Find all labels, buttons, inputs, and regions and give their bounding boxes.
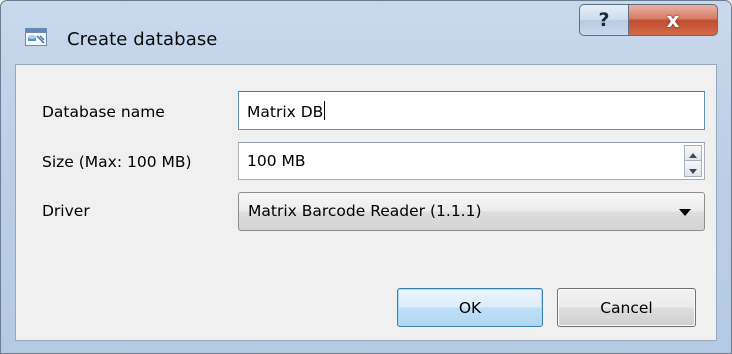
- dialog-window: Create database ? x Database name Matrix…: [0, 0, 732, 354]
- driver-select[interactable]: Matrix Barcode Reader (1.1.1): [238, 192, 705, 231]
- spin-buttons: [684, 145, 702, 177]
- driver-value: Matrix Barcode Reader (1.1.1): [248, 202, 482, 220]
- title-bar[interactable]: Create database ? x: [1, 1, 731, 51]
- help-button[interactable]: ?: [579, 4, 629, 36]
- spin-down-button[interactable]: [684, 161, 702, 177]
- spin-down-icon: [689, 160, 697, 178]
- chevron-down-icon: [679, 209, 691, 216]
- database-name-input[interactable]: Matrix DB: [238, 91, 705, 130]
- close-icon: x: [666, 8, 680, 32]
- dialog-body: Database name Matrix DB Size (Max: 100 M…: [15, 64, 717, 341]
- window-title: Create database: [67, 29, 218, 50]
- cancel-button[interactable]: Cancel: [557, 288, 696, 327]
- database-app-icon: [25, 27, 47, 47]
- help-icon: ?: [598, 9, 610, 31]
- ok-button[interactable]: OK: [397, 288, 543, 327]
- close-button[interactable]: x: [628, 4, 718, 36]
- database-name-label: Database name: [42, 103, 165, 121]
- size-spinbox[interactable]: 100 MB: [238, 142, 705, 180]
- size-label: Size (Max: 100 MB): [42, 153, 192, 171]
- database-name-value: Matrix DB: [247, 101, 326, 121]
- driver-label: Driver: [42, 202, 90, 220]
- size-value: 100 MB: [247, 152, 306, 170]
- text-caret: [324, 101, 326, 120]
